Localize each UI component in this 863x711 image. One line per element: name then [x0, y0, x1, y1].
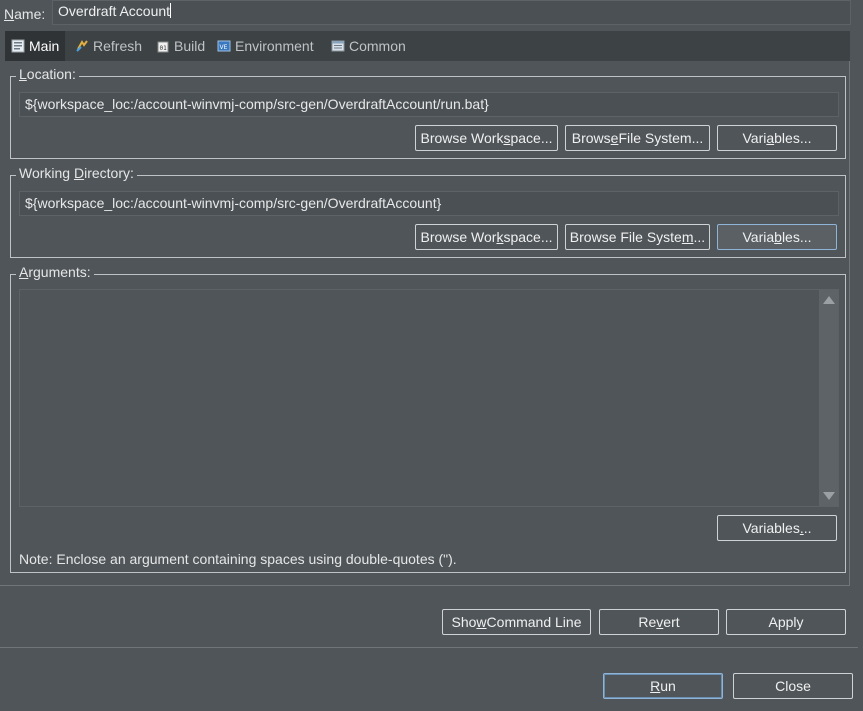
- location-browse-workspace-button[interactable]: Browse Work s pace...: [415, 125, 558, 151]
- arguments-legend-text: rguments:: [28, 264, 91, 280]
- btn-text: bles...: [774, 130, 812, 146]
- tab-build[interactable]: 01 Build: [150, 31, 211, 61]
- btn-text: les...: [781, 229, 812, 245]
- tab-common[interactable]: Common: [325, 31, 412, 61]
- text-cursor: [170, 3, 172, 18]
- location-value: ${workspace_loc:/account-winvmj-comp/src…: [25, 96, 489, 112]
- btn-mnemonic: R: [650, 678, 661, 694]
- svg-text:VE: VE: [220, 44, 228, 51]
- arguments-legend: Arguments:: [16, 264, 94, 280]
- revert-button[interactable]: Re v ert: [599, 609, 719, 635]
- arguments-group: Arguments: Variables... Note: Enclose an…: [10, 264, 846, 573]
- arguments-variables-button[interactable]: Variables...: [717, 515, 837, 541]
- working-directory-legend: Working Directory:: [16, 165, 137, 181]
- working-dir-variables-button[interactable]: Varia b les...: [717, 224, 837, 250]
- location-legend-mnemonic: L: [19, 66, 27, 82]
- tab-bar: Main Refresh 01 Build VE Environment Com…: [5, 31, 850, 61]
- scroll-down-arrow-icon[interactable]: [823, 492, 835, 500]
- tab-main[interactable]: Main: [5, 31, 66, 61]
- close-button[interactable]: Close: [733, 673, 853, 699]
- tab-environment-label: Environment: [235, 38, 314, 54]
- btn-text: Browse Work: [420, 130, 504, 146]
- main-tab-panel: Location: ${workspace_loc:/account-winvm…: [0, 61, 850, 586]
- btn-mnemonic: s: [503, 130, 511, 146]
- scroll-up-arrow-icon[interactable]: [823, 296, 835, 304]
- location-browse-file-system-button[interactable]: Brows e File System...: [565, 125, 710, 151]
- location-variables-button[interactable]: Vari a bles...: [717, 125, 837, 151]
- working-directory-value: ${workspace_loc:/account-winvmj-comp/src…: [25, 195, 442, 211]
- arguments-scrollbar[interactable]: [819, 290, 838, 506]
- name-row: Name: Overdraft Account: [0, 0, 863, 27]
- apply-button[interactable]: Apply: [726, 609, 846, 635]
- btn-text: pace...: [510, 130, 553, 146]
- btn-text: Sho: [451, 614, 477, 630]
- working-dir-browse-workspace-button[interactable]: Browse Wor k space...: [415, 224, 558, 250]
- btn-text: Close: [775, 678, 811, 694]
- location-input[interactable]: ${workspace_loc:/account-winvmj-comp/src…: [19, 92, 839, 117]
- location-group: Location: ${workspace_loc:/account-winvm…: [10, 66, 846, 159]
- btn-text: File System...: [618, 130, 704, 146]
- btn-text: Browse File Syste: [569, 229, 682, 245]
- btn-text: Variables: [742, 520, 800, 536]
- btn-text: Vari: [742, 130, 767, 146]
- btn-mnemonic: m: [681, 229, 694, 245]
- btn-text: ...: [693, 229, 706, 245]
- working-directory-input[interactable]: ${workspace_loc:/account-winvmj-comp/src…: [19, 191, 839, 216]
- btn-text: ert: [663, 614, 680, 630]
- tab-build-label: Build: [174, 38, 206, 54]
- run-button[interactable]: Run: [603, 673, 723, 699]
- name-input-value: Overdraft Account: [58, 3, 171, 19]
- environment-icon: VE: [217, 40, 231, 52]
- tab-main-label: Main: [29, 38, 60, 54]
- tab-environment[interactable]: VE Environment: [211, 31, 320, 61]
- btn-text: Apply: [768, 614, 804, 630]
- btn-mnemonic: e: [610, 130, 619, 146]
- name-label-text: ame:: [14, 6, 46, 22]
- btn-text: Command Line: [486, 614, 582, 630]
- arguments-legend-mnemonic: A: [19, 264, 29, 280]
- btn-mnemonic: a: [766, 130, 775, 146]
- show-command-line-button[interactable]: Sho w Command Line: [442, 609, 591, 635]
- btn-text: space...: [503, 229, 553, 245]
- btn-text: Brows: [571, 130, 611, 146]
- svg-text:01: 01: [160, 45, 168, 52]
- refresh-icon: [76, 40, 88, 52]
- arguments-textarea[interactable]: [19, 289, 839, 507]
- common-icon: [331, 40, 345, 52]
- btn-mnemonic: b: [774, 229, 782, 245]
- name-label-mnemonic: N: [4, 6, 15, 22]
- build-icon: 01: [157, 41, 169, 53]
- legend-mnemonic: D: [73, 165, 85, 181]
- footer-separator: [0, 647, 858, 648]
- working-dir-browse-file-system-button[interactable]: Browse File Syste m...: [565, 224, 710, 250]
- tab-refresh[interactable]: Refresh: [69, 31, 148, 61]
- tab-refresh-label: Refresh: [93, 38, 143, 54]
- btn-text: ..: [803, 520, 812, 536]
- btn-mnemonic: w: [476, 614, 487, 630]
- name-input[interactable]: Overdraft Account: [52, 0, 851, 25]
- btn-mnemonic: v: [656, 614, 664, 630]
- btn-mnemonic: k: [496, 229, 504, 245]
- legend-text: irectory:: [84, 165, 134, 181]
- main-tab-icon: [11, 39, 25, 53]
- location-legend: Location:: [16, 66, 79, 82]
- tab-common-label: Common: [349, 38, 406, 54]
- btn-text: Varia: [742, 229, 775, 245]
- btn-text: un: [660, 678, 676, 694]
- working-directory-group: Working Directory: ${workspace_loc:/acco…: [10, 165, 846, 258]
- location-legend-text: ocation:: [26, 66, 76, 82]
- arguments-note: Note: Enclose an argument containing spa…: [19, 551, 457, 567]
- legend-text: Working: [19, 165, 74, 181]
- btn-text: Re: [638, 614, 657, 630]
- name-label: Name:: [4, 6, 45, 22]
- btn-text: Browse Wor: [420, 229, 497, 245]
